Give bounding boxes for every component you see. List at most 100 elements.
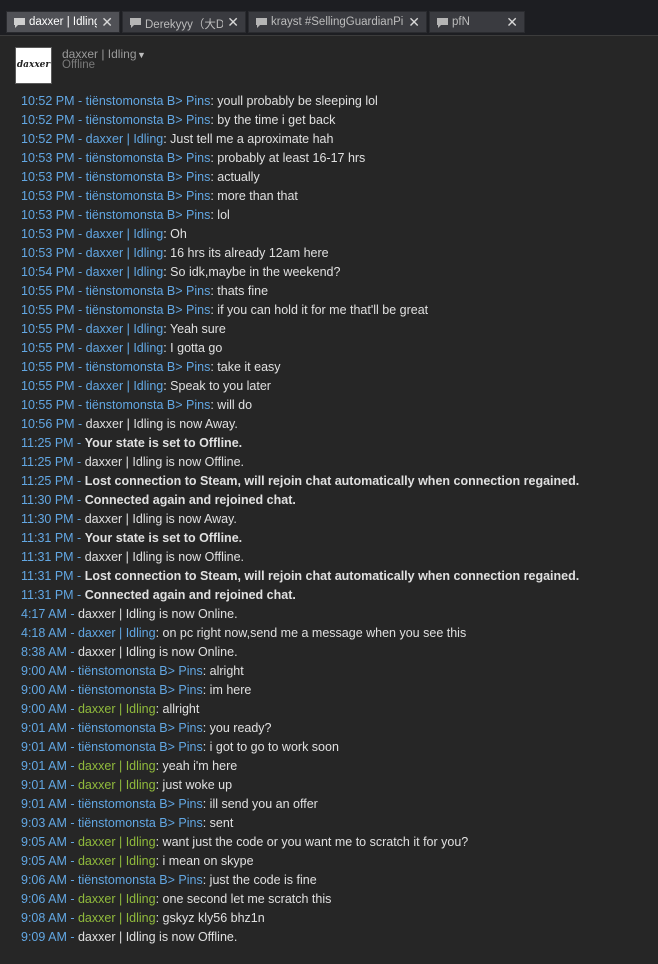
- message-sender[interactable]: tiënstomonsta B> Pins: [86, 303, 211, 317]
- message-timestamp: 11:25 PM -: [21, 474, 85, 488]
- message-timestamp: 10:55 PM -: [21, 322, 86, 336]
- chat-message: 9:01 AM - tiënstomonsta B> Pins: ill sen…: [21, 795, 656, 814]
- message-timestamp: 10:56 PM -: [21, 417, 86, 431]
- system-message: daxxer | Idling is now Offline.: [84, 455, 245, 469]
- message-timestamp: 11:30 PM -: [21, 512, 85, 526]
- message-sender[interactable]: daxxer | Idling: [86, 132, 164, 146]
- divider: [0, 35, 658, 36]
- message-sender[interactable]: daxxer | Idling: [78, 626, 156, 640]
- message-sender[interactable]: daxxer | Idling: [78, 911, 156, 925]
- tab-krayst[interactable]: krayst #SellingGuardianPin ✕: [248, 11, 427, 33]
- chat-message: 10:53 PM - daxxer | Idling: Oh: [21, 225, 656, 244]
- tab-daxxer[interactable]: daxxer | Idling ✕: [6, 11, 120, 33]
- message-sender[interactable]: daxxer | Idling: [78, 854, 156, 868]
- message-timestamp: 9:01 AM -: [21, 797, 78, 811]
- tab-bar: daxxer | Idling ✕ Derekyyy（大D ✕ krayst #…: [0, 0, 658, 35]
- chat-message: 10:55 PM - daxxer | Idling: I gotta go: [21, 339, 656, 358]
- chat-bubble-icon: [256, 18, 267, 28]
- message-sender[interactable]: daxxer | Idling: [78, 759, 156, 773]
- avatar[interactable]: daxxer: [15, 47, 52, 84]
- chat-message: 10:54 PM - daxxer | Idling: So idk,maybe…: [21, 263, 656, 282]
- close-icon[interactable]: ✕: [101, 14, 113, 31]
- message-sender[interactable]: tiënstomonsta B> Pins: [86, 360, 211, 374]
- message-timestamp: 10:53 PM -: [21, 151, 86, 165]
- close-icon[interactable]: ✕: [506, 14, 518, 31]
- message-sender[interactable]: tiënstomonsta B> Pins: [78, 664, 203, 678]
- chat-message: 11:31 PM - Your state is set to Offline.: [21, 529, 656, 548]
- chat-message: 4:18 AM - daxxer | Idling: on pc right n…: [21, 624, 656, 643]
- message-sender[interactable]: tiënstomonsta B> Pins: [78, 683, 203, 697]
- chat-message: 11:30 PM - Connected again and rejoined …: [21, 491, 656, 510]
- system-message: Your state is set to Offline.: [84, 436, 243, 450]
- message-timestamp: 11:31 PM -: [21, 550, 85, 564]
- message-text: : thats fine: [210, 284, 269, 298]
- chat-message: 10:55 PM - tiënstomonsta B> Pins: if you…: [21, 301, 656, 320]
- message-timestamp: 8:38 AM -: [21, 645, 78, 659]
- message-text: : just woke up: [155, 778, 233, 792]
- chat-message: 10:53 PM - tiënstomonsta B> Pins: more t…: [21, 187, 656, 206]
- message-sender[interactable]: daxxer | Idling: [86, 379, 164, 393]
- message-text: : probably at least 16-17 hrs: [210, 151, 366, 165]
- message-sender[interactable]: daxxer | Idling: [86, 227, 164, 241]
- message-sender[interactable]: daxxer | Idling: [86, 341, 164, 355]
- system-message: daxxer | Idling is now Away.: [85, 417, 238, 431]
- message-sender[interactable]: daxxer | Idling: [86, 322, 164, 336]
- message-text: : gskyz kly56 bhz1n: [155, 911, 265, 925]
- message-sender[interactable]: tiënstomonsta B> Pins: [86, 189, 211, 203]
- chevron-down-icon[interactable]: ▼: [137, 50, 146, 60]
- chat-message: 9:09 AM - daxxer | Idling is now Offline…: [21, 928, 656, 947]
- chat-message: 11:31 PM - Lost connection to Steam, wil…: [21, 567, 656, 586]
- message-text: : ill send you an offer: [202, 797, 318, 811]
- message-sender[interactable]: tiënstomonsta B> Pins: [78, 797, 203, 811]
- message-sender[interactable]: daxxer | Idling: [86, 265, 164, 279]
- message-timestamp: 10:55 PM -: [21, 398, 86, 412]
- message-timestamp: 10:55 PM -: [21, 284, 86, 298]
- message-text: : Just tell me a aproximate hah: [163, 132, 334, 146]
- message-text: : will do: [210, 398, 253, 412]
- system-message: daxxer | Idling is now Offline.: [77, 930, 238, 944]
- chat-message: 11:25 PM - daxxer | Idling is now Offlin…: [21, 453, 656, 472]
- tab-label: daxxer | Idling: [29, 16, 97, 28]
- message-sender[interactable]: daxxer | Idling: [78, 778, 156, 792]
- message-sender[interactable]: tiënstomonsta B> Pins: [86, 113, 211, 127]
- message-timestamp: 11:31 PM -: [21, 588, 85, 602]
- message-timestamp: 11:25 PM -: [21, 436, 85, 450]
- close-icon[interactable]: ✕: [227, 14, 239, 31]
- chat-message: 9:05 AM - daxxer | Idling: i mean on sky…: [21, 852, 656, 871]
- message-text: : Oh: [163, 227, 187, 241]
- message-sender[interactable]: tiënstomonsta B> Pins: [86, 284, 211, 298]
- message-timestamp: 11:30 PM -: [21, 493, 85, 507]
- message-sender[interactable]: tiënstomonsta B> Pins: [86, 208, 211, 222]
- message-sender[interactable]: tiënstomonsta B> Pins: [78, 740, 203, 754]
- message-text: : i mean on skype: [155, 854, 254, 868]
- message-sender[interactable]: tiënstomonsta B> Pins: [78, 873, 203, 887]
- message-text: : yeah i'm here: [155, 759, 238, 773]
- message-text: : So idk,maybe in the weekend?: [163, 265, 341, 279]
- message-sender[interactable]: daxxer | Idling: [78, 702, 156, 716]
- message-text: : if you can hold it for me that'll be g…: [210, 303, 429, 317]
- chat-message: 11:31 PM - Connected again and rejoined …: [21, 586, 656, 605]
- message-text: : sent: [202, 816, 234, 830]
- message-sender[interactable]: tiënstomonsta B> Pins: [86, 170, 211, 184]
- tab-pfn[interactable]: pfN ✕: [429, 11, 525, 33]
- message-text: : just the code is fine: [202, 873, 317, 887]
- message-sender[interactable]: tiënstomonsta B> Pins: [86, 94, 211, 108]
- message-text: : 16 hrs its already 12am here: [163, 246, 329, 260]
- message-timestamp: 9:05 AM -: [21, 854, 78, 868]
- message-sender[interactable]: tiënstomonsta B> Pins: [78, 721, 203, 735]
- tab-label: krayst #SellingGuardianPin: [271, 16, 404, 28]
- message-sender[interactable]: daxxer | Idling: [86, 246, 164, 260]
- message-text: : one second let me scratch this: [155, 892, 332, 906]
- chat-message: 10:53 PM - tiënstomonsta B> Pins: probab…: [21, 149, 656, 168]
- message-sender[interactable]: tiënstomonsta B> Pins: [86, 151, 211, 165]
- message-timestamp: 10:53 PM -: [21, 246, 86, 260]
- message-text: : Speak to you later: [163, 379, 271, 393]
- message-sender[interactable]: daxxer | Idling: [78, 835, 156, 849]
- tab-derekyyy[interactable]: Derekyyy（大D ✕: [122, 11, 246, 33]
- message-sender[interactable]: tiënstomonsta B> Pins: [86, 398, 211, 412]
- chat-log: 10:52 PM - tiënstomonsta B> Pins: youll …: [21, 92, 656, 947]
- close-icon[interactable]: ✕: [408, 14, 420, 31]
- message-sender[interactable]: daxxer | Idling: [78, 892, 156, 906]
- message-sender[interactable]: tiënstomonsta B> Pins: [78, 816, 203, 830]
- chat-message: 10:52 PM - tiënstomonsta B> Pins: youll …: [21, 92, 656, 111]
